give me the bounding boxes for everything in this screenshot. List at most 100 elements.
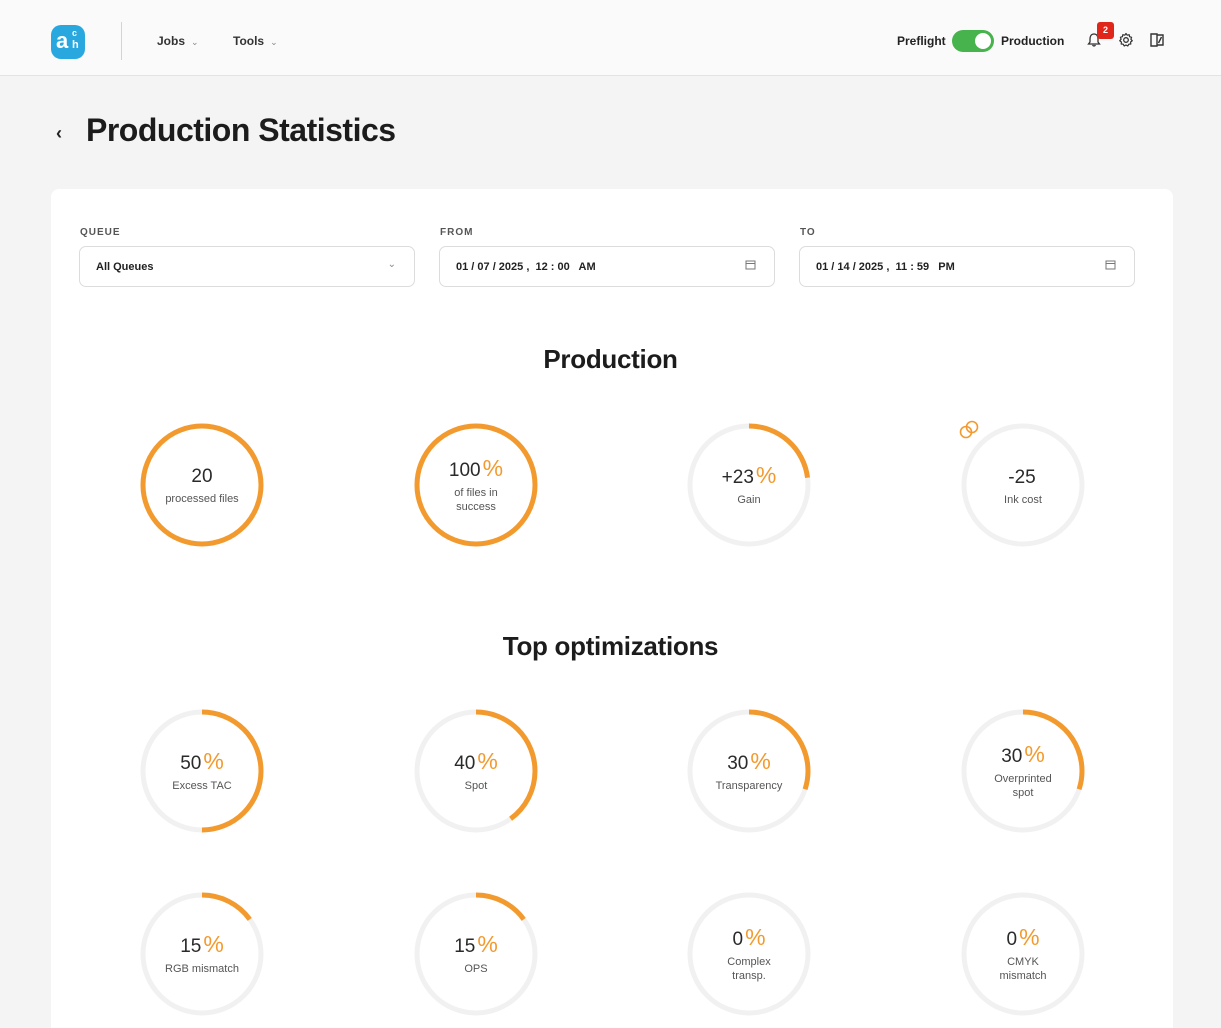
gauge-label: OPS	[464, 963, 488, 975]
page-title: Production Statistics	[86, 112, 396, 148]
gauge-value-row: -25	[959, 420, 1037, 490]
gauge-content: -25 Ink cost	[958, 420, 1088, 550]
gauge-rgb-mismatch: 15% RGB mismatch	[137, 889, 267, 1019]
chevron-down-icon: ⌄	[387, 259, 396, 270]
gauge-label: processed files	[165, 492, 239, 505]
gauge-value: 100	[448, 460, 481, 481]
gauge-label: of files in success	[454, 487, 498, 513]
gauge-content: 0% CMYK mismatch	[958, 889, 1088, 1019]
queue-select[interactable]: All Queues ⌄	[79, 246, 415, 287]
gauge-value: -25	[1008, 467, 1036, 488]
gauge-content: 15% RGB mismatch	[137, 889, 267, 1019]
logo-letter-c: c	[72, 28, 78, 38]
to-date-value: 01 / 14 / 2025 , 11 : 59 PM	[816, 261, 955, 273]
gauge-label: RGB mismatch	[165, 963, 239, 975]
logo-letter-h: h	[72, 39, 79, 51]
back-chevron-icon[interactable]: ‹	[56, 123, 62, 144]
gauge-value-row: 30%	[727, 749, 771, 776]
gauge-unit: %	[477, 931, 498, 957]
gauge-unit: %	[1024, 741, 1045, 767]
queue-label: QUEUE	[80, 227, 121, 238]
optimizations-section-title: Top optimizations	[502, 631, 719, 661]
gauge-unit: %	[482, 455, 504, 481]
production-section-title: Production	[543, 344, 678, 374]
menu-jobs-label: Jobs	[157, 34, 186, 48]
gauge-of-files-in-success: 100% of files in success	[411, 420, 541, 550]
chevron-down-icon: ⌄	[270, 37, 278, 47]
calendar-icon[interactable]	[745, 259, 756, 273]
menu-tools-label: Tools	[233, 34, 265, 48]
queue-value: All Queues	[96, 261, 154, 273]
gauge-content: 0% Complex transp.	[684, 889, 814, 1019]
gauge-unit: %	[203, 748, 224, 774]
gauge-processed-files: 20 processed files	[137, 420, 267, 550]
gauge-value: 15	[180, 936, 202, 957]
gauge-value: 50	[180, 753, 202, 774]
gauge-label: Complex transp.	[727, 956, 771, 982]
gauge-content: 50% Excess TAC	[137, 706, 267, 836]
gauge-label: Overprinted spot	[994, 773, 1052, 799]
gauge-value-row: 40%	[454, 749, 498, 776]
calendar-icon[interactable]	[1105, 259, 1116, 273]
gauge-label: Ink cost	[1004, 494, 1042, 506]
gauge-excess-tac: 50% Excess TAC	[137, 706, 267, 836]
to-date-input[interactable]: 01 / 14 / 2025 , 11 : 59 PM	[799, 246, 1135, 287]
menu-jobs[interactable]: Jobs ⌄	[157, 34, 199, 48]
gear-icon[interactable]	[1116, 30, 1136, 50]
gauge-value: 15	[454, 936, 476, 957]
gauge-content: 40% Spot	[411, 706, 541, 836]
gauge-label: CMYK mismatch	[999, 956, 1047, 982]
gauge-content: 20 processed files	[137, 420, 267, 550]
gauge-unit: %	[477, 748, 498, 774]
gauge-gain: +23% Gain	[684, 420, 814, 550]
sidebar-toggle-icon[interactable]	[1147, 30, 1167, 50]
gauge-value-row: 0%	[732, 925, 765, 952]
mode-toggle[interactable]	[952, 30, 994, 52]
gauge-value-row: 30%	[1001, 742, 1045, 769]
gauge-value-row: 15%	[180, 932, 224, 959]
gauge-value: 30	[727, 753, 749, 774]
gauge-content: 30% Overprinted spot	[958, 706, 1088, 836]
gauge-unit: %	[755, 462, 777, 488]
mode-production-label[interactable]: Production	[1001, 34, 1064, 48]
gauge-value-row: 50%	[180, 749, 224, 776]
gauge-value: 30	[1001, 746, 1023, 767]
menu-tools[interactable]: Tools ⌄	[233, 34, 278, 48]
gauge-content: 100% of files in success	[411, 420, 541, 550]
gauge-value: 0	[732, 929, 744, 950]
top-navigation-bar: a c h Jobs ⌄ Tools ⌄ Preflight Production …	[0, 0, 1221, 76]
gauge-label: Transparency	[715, 780, 783, 792]
gauge-value: +23	[721, 467, 754, 488]
to-label: TO	[800, 227, 816, 238]
gauge-value-row: 0%	[1006, 925, 1039, 952]
gauge-value: 0	[1006, 929, 1018, 950]
from-date-value: 01 / 07 / 2025 , 12 : 00 AM	[456, 261, 596, 273]
gauge-value-row: 15%	[454, 932, 498, 959]
gauge-value-row: 20	[191, 465, 212, 489]
from-label: FROM	[440, 227, 474, 238]
logo-letter-a: a	[56, 28, 69, 53]
gauge-ops: 15% OPS	[411, 889, 541, 1019]
gauge-unit: %	[745, 924, 766, 950]
gauge-unit: %	[203, 931, 224, 957]
gauge-overprinted-spot: 30% Overprinted spot	[958, 706, 1088, 836]
chevron-down-icon: ⌄	[191, 37, 199, 47]
gauge-transparency: 30% Transparency	[684, 706, 814, 836]
from-date-input[interactable]: 01 / 07 / 2025 , 12 : 00 AM	[439, 246, 775, 287]
gauge-value-row: +23%	[722, 463, 777, 490]
gauge-label: Gain	[737, 494, 761, 506]
toggle-knob	[975, 33, 991, 49]
header-divider	[121, 22, 122, 60]
gauge-label: Spot	[464, 780, 488, 792]
gauge-content: +23% Gain	[684, 420, 814, 550]
app-logo[interactable]: a c h	[51, 25, 85, 59]
gauge-complex-transp: 0% Complex transp.	[684, 889, 814, 1019]
notification-badge: 2	[1097, 22, 1114, 39]
mode-preflight-label[interactable]: Preflight	[897, 34, 946, 48]
gauge-value: 40	[454, 753, 476, 774]
gauge-value-row: 100%	[449, 456, 503, 483]
gauge-content: 30% Transparency	[684, 706, 814, 836]
gauge-unit: %	[750, 748, 771, 774]
gauge-content: 15% OPS	[411, 889, 541, 1019]
gauge-spot: 40% Spot	[411, 706, 541, 836]
